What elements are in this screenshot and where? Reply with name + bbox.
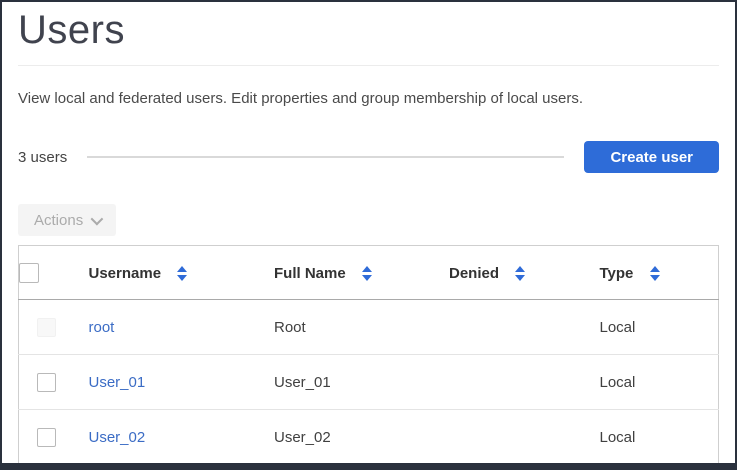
denied-cell bbox=[435, 410, 586, 464]
column-header-label: Type bbox=[599, 264, 634, 282]
username-link[interactable]: User_02 bbox=[89, 429, 146, 446]
row-checkbox[interactable] bbox=[37, 428, 57, 447]
fullname-cell: User_01 bbox=[260, 354, 435, 410]
page-description: View local and federated users. Edit pro… bbox=[18, 90, 584, 107]
sort-icon[interactable] bbox=[361, 266, 372, 282]
fullname-cell: User_02 bbox=[274, 429, 331, 446]
sort-icon[interactable] bbox=[515, 266, 526, 282]
fullname-cell: Root bbox=[260, 299, 435, 355]
denied-cell bbox=[435, 354, 586, 410]
column-header-type: Type bbox=[585, 245, 719, 300]
row-checkbox bbox=[37, 318, 57, 337]
table-row: User_02 User_02 Local bbox=[19, 410, 719, 464]
row-checkbox[interactable] bbox=[37, 373, 57, 392]
count-row: 3 users Create user bbox=[18, 141, 719, 173]
users-table: Username Full Name Denied Type root Root… bbox=[18, 245, 719, 464]
username-link[interactable]: root bbox=[89, 319, 115, 336]
actions-button[interactable]: Actions bbox=[18, 204, 117, 236]
divider-line bbox=[87, 156, 565, 158]
sort-icon[interactable] bbox=[177, 266, 188, 282]
column-header-label: Full Name bbox=[274, 264, 346, 282]
page-frame: Users View local and federated users. Ed… bbox=[0, 0, 737, 470]
select-all-checkbox[interactable] bbox=[19, 263, 39, 283]
chevron-down-icon bbox=[90, 212, 104, 225]
denied-cell bbox=[435, 299, 586, 355]
users-page: Users View local and federated users. Ed… bbox=[2, 8, 735, 464]
column-header-label: Denied bbox=[449, 264, 500, 282]
column-header-label: Username bbox=[88, 264, 162, 282]
type-cell: Local bbox=[585, 299, 719, 355]
column-header-username: Username bbox=[74, 245, 260, 300]
actions-button-label: Actions bbox=[34, 211, 84, 229]
username-link[interactable]: User_01 bbox=[89, 374, 146, 391]
column-header-denied: Denied bbox=[435, 245, 586, 300]
actions-wrap: Actions bbox=[18, 204, 719, 236]
table-row: root Root Local bbox=[18, 299, 719, 355]
type-cell: Local bbox=[599, 429, 636, 446]
sort-icon[interactable] bbox=[649, 266, 660, 282]
table-row: User_01 User_01 Local bbox=[18, 354, 719, 410]
type-cell: Local bbox=[585, 354, 719, 410]
user-count-label: 3 users bbox=[18, 148, 68, 166]
column-header-fullname: Full Name bbox=[260, 245, 435, 300]
page-title: Users bbox=[18, 8, 719, 66]
table-header-row: Username Full Name Denied Type bbox=[18, 245, 719, 300]
create-user-button[interactable]: Create user bbox=[584, 141, 719, 173]
